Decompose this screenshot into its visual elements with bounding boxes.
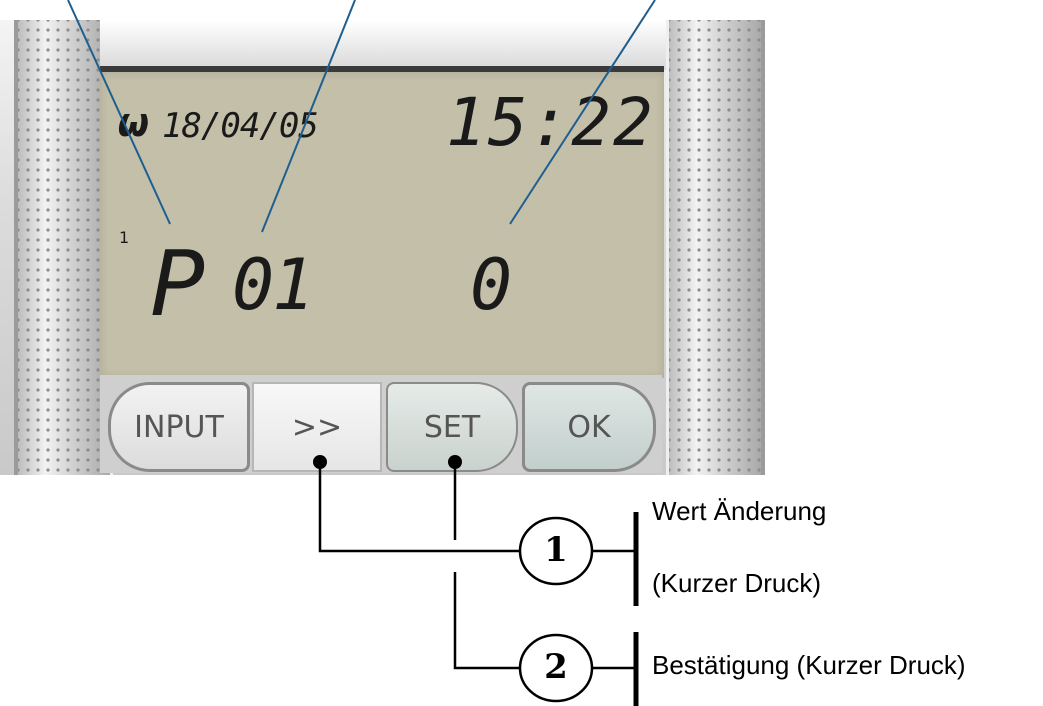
pointer-line-program-letter — [67, 0, 171, 225]
pointer-line-value — [509, 0, 656, 225]
pointer-line-program-number — [261, 0, 356, 233]
next-button-dot — [313, 455, 327, 469]
connector-set-to-marker-2 — [453, 572, 520, 670]
step-1-subtitle: (Kurzer Druck) — [652, 568, 822, 598]
connector-next-to-marker-1 — [318, 462, 520, 553]
set-button-dot — [448, 455, 462, 469]
annotation-overlay — [67, 0, 656, 706]
marker-1-label: 1 — [544, 530, 568, 570]
step-1-title: Wert Änderung — [652, 496, 827, 526]
marker-2-label: 2 — [544, 647, 568, 687]
step-2-text: Bestätigung (Kurzer Druck) — [652, 650, 966, 680]
